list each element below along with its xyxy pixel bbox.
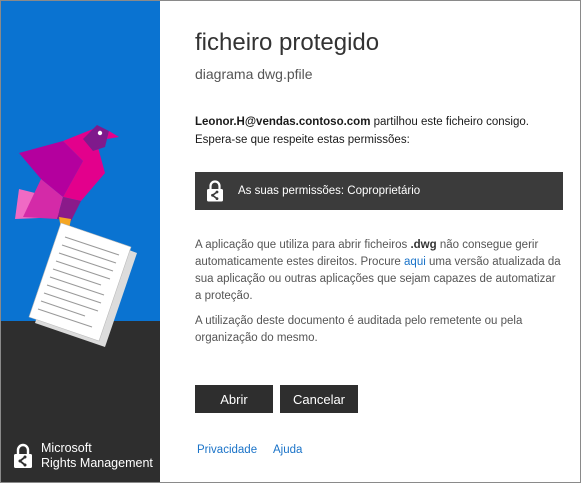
help-link[interactable]: Ajuda: [273, 444, 302, 456]
rms-lock-icon: [14, 443, 32, 468]
app-msg-part1: A aplicação que utiliza para abrir fiche…: [195, 239, 411, 251]
rights-management-brand: Microsoft Rights Management: [13, 441, 153, 471]
bird-document-illustration: [15, 125, 137, 347]
audit-message: A utilização deste documento é auditada …: [195, 315, 523, 344]
file-extension: .dwg: [410, 239, 437, 251]
permissions-bar: As suas permissões: Coproprietário: [195, 172, 563, 210]
page-title: ficheiro protegido: [195, 29, 380, 56]
update-app-link[interactable]: aqui: [404, 256, 426, 268]
brand-text: Microsoft Rights Management: [41, 441, 153, 471]
rms-dialog: Microsoft Rights Management ficheiro pro…: [0, 0, 581, 483]
app-compat-message: A aplicação que utiliza para abrir fiche…: [195, 237, 565, 305]
left-panel: Microsoft Rights Management: [1, 1, 160, 482]
privacy-link[interactable]: Privacidade: [197, 444, 257, 456]
sender-email: Leonor.H@vendas.contoso.com: [195, 116, 371, 128]
bird-icon: [15, 125, 119, 229]
brand-line-2: Rights Management: [41, 456, 153, 470]
document-icon: [28, 222, 137, 347]
permissions-label: As suas permissões: Coproprietário: [238, 185, 421, 197]
cancel-button[interactable]: Cancelar: [280, 385, 358, 413]
shared-message: Leonor.H@vendas.contoso.com partilhou es…: [195, 113, 567, 149]
lock-share-icon: [207, 180, 223, 202]
brand-line-1: Microsoft: [41, 441, 92, 455]
file-name: diagrama dwg.pfile: [195, 66, 313, 82]
open-button[interactable]: Abrir: [195, 385, 273, 413]
